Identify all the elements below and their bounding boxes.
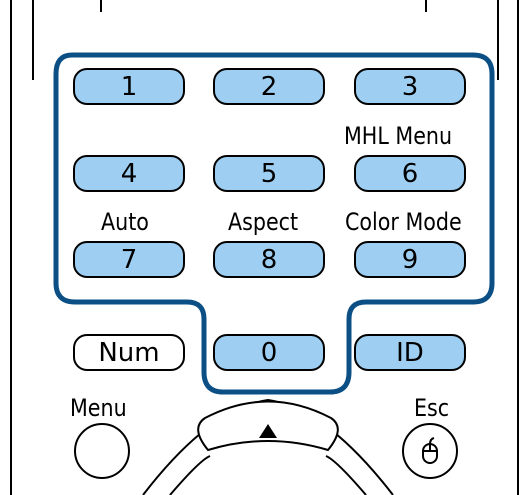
remote-control-illustration: 1 2 3 MHL Menu 4 5 6 Auto Aspect Color M… [0,0,529,495]
up-arrow-icon[interactable] [258,423,278,439]
direction-pad [142,398,394,495]
